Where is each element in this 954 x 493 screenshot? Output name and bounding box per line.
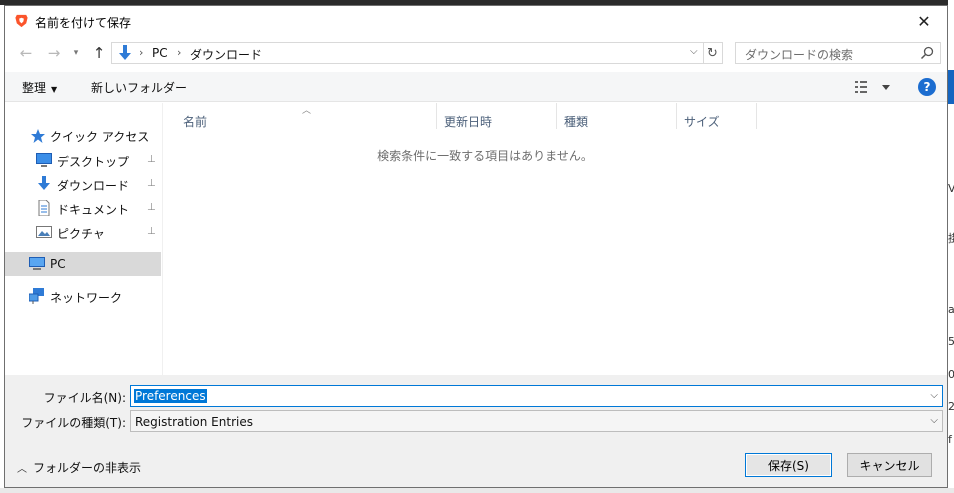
navigation-pane: クイック アクセス デスクトップ ⊥ ダウンロード ⊥ ドキュメント ⊥ ピクチ… <box>5 103 163 375</box>
column-header-type[interactable]: 種類 <box>564 113 588 133</box>
sidebar-item-downloads[interactable]: ダウンロード ⊥ <box>5 172 161 196</box>
background-window-bottom <box>0 488 954 493</box>
background-text: 20 <box>948 400 954 413</box>
hide-folders-toggle[interactable]: ︿ フォルダーの非表示 <box>17 459 141 476</box>
sidebar-item-label: ネットワーク <box>50 291 123 305</box>
pin-icon: ⊥ <box>147 226 156 237</box>
new-folder-button[interactable]: 新しいフォルダー <box>91 79 187 96</box>
save-button[interactable]: 保存(S) <box>745 453 832 477</box>
hide-folders-label: フォルダーの非表示 <box>33 461 142 475</box>
cancel-button[interactable]: キャンセル <box>847 453 932 477</box>
sidebar-item-label: デスクトップ <box>57 155 130 169</box>
network-icon <box>29 288 44 304</box>
background-text: 掛 <box>948 232 954 245</box>
brave-lion-icon <box>15 14 28 28</box>
window-title: 名前を付けて保存 <box>35 16 132 30</box>
pin-icon: ⊥ <box>147 178 156 189</box>
pin-icon: ⊥ <box>147 154 156 165</box>
background-text: f <box>948 433 952 446</box>
search-placeholder: ダウンロードの検索 <box>745 48 854 62</box>
picture-icon <box>36 226 52 238</box>
sidebar-item-network[interactable]: ネットワーク <box>5 284 161 308</box>
column-header-name[interactable]: 名前 <box>183 113 207 133</box>
command-bar: 整理 ▼ 新しいフォルダー ? <box>5 72 947 102</box>
save-as-dialog: 名前を付けて保存 ✕ ← → ▾ ↑ › PC › ダウンロード ⌵ ↻ ダウン… <box>4 5 948 488</box>
sidebar-item-pc[interactable]: PC <box>5 252 161 276</box>
breadcrumb-separator: › <box>177 46 182 59</box>
close-icon: ✕ <box>917 11 931 31</box>
background-text: V <box>948 182 954 195</box>
download-folder-icon <box>119 45 131 60</box>
background-text: a <box>948 303 954 316</box>
empty-results-message: 検索条件に一致する項目はありません。 <box>377 149 593 163</box>
arrow-left-icon: ← <box>19 44 33 62</box>
sidebar-item-desktop[interactable]: デスクトップ ⊥ <box>5 148 161 172</box>
pc-icon <box>29 257 45 270</box>
column-divider[interactable] <box>756 103 757 129</box>
breadcrumb-separator: › <box>139 46 144 59</box>
sidebar-item-quick-access[interactable]: クイック アクセス <box>5 123 161 147</box>
sidebar-item-label: ダウンロード <box>57 179 130 193</box>
filename-label: ファイル名(N): <box>43 391 126 405</box>
sort-ascending-icon: ︿ <box>302 106 312 116</box>
document-icon <box>38 200 50 216</box>
chevron-up-icon: ︿ <box>17 464 27 475</box>
star-icon <box>31 129 45 143</box>
breadcrumb-downloads[interactable]: ダウンロード <box>190 46 262 63</box>
chevron-down-icon: ⌵ <box>930 415 938 426</box>
filetype-select[interactable]: Registration Entries ⌵ <box>130 410 943 432</box>
up-button[interactable]: ↑ <box>88 42 110 64</box>
background-text: 54 <box>948 335 954 348</box>
save-options-panel: ファイル名(N): Preferences ⌵ ファイルの種類(T): Regi… <box>5 375 947 487</box>
navigation-bar: ← → ▾ ↑ › PC › ダウンロード ⌵ ↻ ダウンロードの検索 <box>5 38 947 68</box>
breadcrumb-pc[interactable]: PC <box>152 46 168 60</box>
pin-icon: ⊥ <box>147 202 156 213</box>
chevron-down-icon: ▾ <box>73 48 79 58</box>
chevron-down-icon[interactable]: ⌵ <box>690 46 698 57</box>
column-header-size[interactable]: サイズ <box>684 113 720 133</box>
refresh-icon: ↻ <box>707 45 718 61</box>
organize-label: 整理 <box>22 81 47 95</box>
organize-button[interactable]: 整理 ▼ <box>22 79 57 96</box>
search-input[interactable]: ダウンロードの検索 <box>735 42 941 64</box>
title-bar[interactable]: 名前を付けて保存 ✕ <box>5 6 947 36</box>
column-divider[interactable] <box>676 103 677 129</box>
desktop-icon <box>36 153 52 167</box>
address-bar[interactable]: › PC › ダウンロード ⌵ <box>111 42 704 64</box>
close-button[interactable]: ✕ <box>901 6 947 36</box>
arrow-up-icon: ↑ <box>92 44 106 62</box>
sidebar-item-documents[interactable]: ドキュメント ⊥ <box>5 196 161 220</box>
column-divider[interactable] <box>556 103 557 129</box>
sidebar-item-label: ドキュメント <box>57 203 130 217</box>
filename-value: Preferences <box>134 389 207 403</box>
refresh-button[interactable]: ↻ <box>703 42 723 64</box>
sidebar-item-pictures[interactable]: ピクチャ ⊥ <box>5 220 161 244</box>
download-icon <box>38 176 50 190</box>
sidebar-item-label: クイック アクセス <box>50 130 150 144</box>
help-button[interactable]: ? <box>918 78 936 96</box>
filetype-value: Registration Entries <box>135 415 253 429</box>
arrow-right-icon: → <box>47 44 61 62</box>
sidebar-item-label: ピクチャ <box>57 227 105 241</box>
sidebar-item-label: PC <box>50 257 66 271</box>
view-options-button[interactable] <box>853 79 893 95</box>
chevron-down-icon[interactable]: ⌵ <box>930 390 938 401</box>
caret-down-icon: ▼ <box>51 85 58 94</box>
filename-input[interactable]: Preferences ⌵ <box>130 385 943 407</box>
search-icon <box>920 46 934 60</box>
column-header-modified[interactable]: 更新日時 <box>444 113 492 133</box>
forward-button[interactable]: → <box>43 42 65 64</box>
recent-locations-button[interactable]: ▾ <box>68 42 84 64</box>
file-list[interactable]: ︿ 名前 更新日時 種類 サイズ 検索条件に一致する項目はありません。 <box>164 103 947 375</box>
filetype-label: ファイルの種類(T): <box>21 416 126 430</box>
background-text: 00 <box>948 368 954 381</box>
column-divider[interactable] <box>436 103 437 129</box>
background-window-bluebar <box>948 70 954 104</box>
back-button[interactable]: ← <box>15 42 37 64</box>
